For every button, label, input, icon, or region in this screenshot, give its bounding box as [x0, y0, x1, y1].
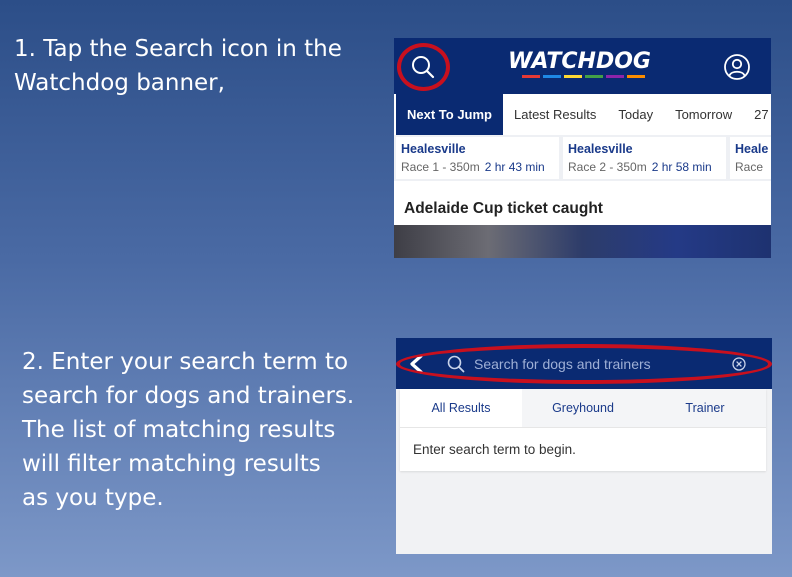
watchdog-banner: WATCHDOG	[394, 38, 771, 94]
home-screenshot: WATCHDOG Next To Jump Latest Results Tod…	[394, 38, 771, 258]
results-panel: All Results Greyhound Trainer Enter sear…	[400, 389, 766, 471]
tab-tomorrow[interactable]: Tomorrow	[664, 94, 743, 135]
logo-text: WATCHDOG	[508, 49, 651, 74]
tab-greyhound[interactable]: Greyhound	[522, 389, 644, 427]
logo-stripe	[606, 75, 624, 78]
race-label: Race 2 - 350m	[568, 160, 647, 174]
race-time: 2 hr 43 min	[484, 160, 545, 174]
tab-latest-results[interactable]: Latest Results	[503, 94, 607, 135]
tab-date[interactable]: 27	[743, 94, 771, 135]
empty-state-message: Enter search term to begin.	[413, 442, 576, 457]
race-label: Race 1 - 350m	[401, 160, 480, 174]
logo-stripe	[627, 75, 645, 78]
logo-stripe	[564, 75, 582, 78]
tab-trainer[interactable]: Trainer	[644, 389, 766, 427]
race-card[interactable]: Healesville Race 2 - 350m 2 hr 58 min	[563, 137, 726, 179]
race-info: Race 2 - 350m 2 hr 58 min	[568, 160, 726, 174]
race-label: Race	[735, 160, 764, 174]
logo-stripe	[585, 75, 603, 78]
search-header	[396, 338, 772, 389]
logo-stripe	[543, 75, 561, 78]
tab-all-results[interactable]: All Results	[400, 389, 522, 427]
logo-stripe	[522, 75, 540, 78]
race-card[interactable]: Healesville Race 1 - 350m 2 hr 43 min	[396, 137, 559, 179]
race-venue: Heale	[735, 142, 769, 156]
search-field-highlight-ring	[396, 344, 772, 384]
logo-stripes	[522, 75, 645, 78]
instruction-step-2: 2. Enter your search term to search for …	[22, 349, 355, 511]
race-info: Race 1 - 350m 2 hr 43 min	[401, 160, 559, 174]
instruction-step-1: 1. Tap the Search icon in the Watchdog b…	[14, 36, 342, 96]
search-screenshot: All Results Greyhound Trainer Enter sear…	[396, 338, 772, 554]
race-info: Race	[735, 160, 771, 174]
search-highlight-ring	[397, 43, 450, 91]
watchdog-logo: WATCHDOG	[508, 47, 658, 81]
news-headline[interactable]: Adelaide Cup ticket caught	[404, 200, 603, 218]
tab-today[interactable]: Today	[607, 94, 664, 135]
race-venue: Healesville	[401, 142, 466, 156]
race-card[interactable]: Heale Race	[730, 137, 771, 179]
results-tabs: All Results Greyhound Trainer	[400, 389, 766, 428]
race-time: 2 hr 58 min	[651, 160, 712, 174]
tab-next-to-jump[interactable]: Next To Jump	[396, 94, 503, 135]
news-image[interactable]	[394, 225, 771, 258]
race-cards: Healesville Race 1 - 350m 2 hr 43 min Hea…	[394, 135, 771, 181]
race-venue: Healesville	[568, 142, 633, 156]
race-tabs: Next To Jump Latest Results Today Tomorr…	[394, 94, 771, 135]
account-icon[interactable]	[723, 53, 751, 81]
